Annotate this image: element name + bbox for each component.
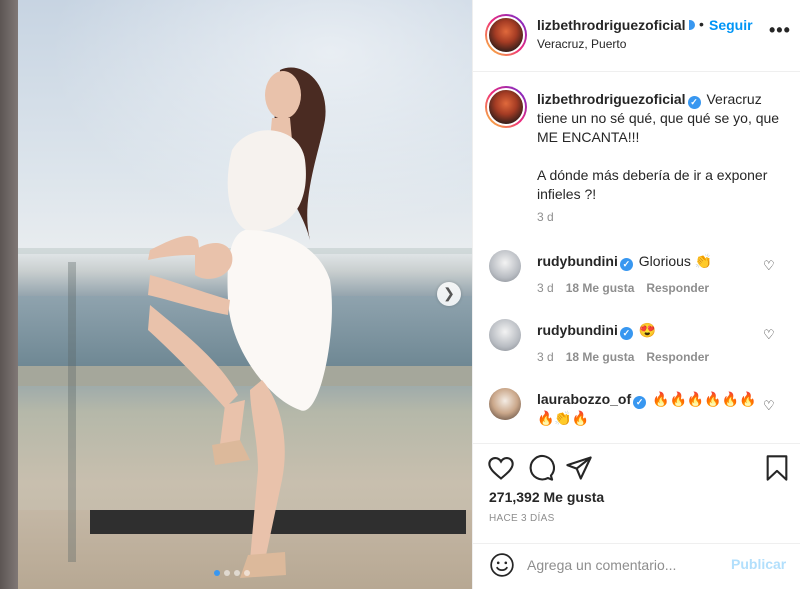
separator-bullet: •	[699, 16, 704, 32]
comment-time: 3 d	[537, 281, 554, 295]
share-icon[interactable]	[565, 454, 593, 482]
comment-item: rudybundini ✓ Glorious 👏 3 d 18 Me gusta …	[473, 250, 800, 310]
add-comment-bar: Publicar	[473, 544, 800, 589]
comment-icon[interactable]	[527, 454, 555, 482]
follow-button[interactable]: Seguir	[709, 17, 753, 33]
reply-button[interactable]: Responder	[646, 350, 709, 364]
comment-item: laurabozzo_of ✓ 🔥🔥🔥🔥🔥🔥🔥👏🔥 ♡	[473, 388, 800, 443]
likes-count[interactable]: 271,392 Me gusta	[489, 489, 604, 505]
comment-username[interactable]: rudybundini	[537, 253, 618, 269]
carousel-dots	[214, 570, 250, 576]
bookmark-icon[interactable]	[763, 454, 791, 482]
comment-username[interactable]: rudybundini	[537, 322, 618, 338]
comment-input[interactable]	[527, 552, 727, 578]
post-date: HACE 3 DÍAS	[489, 513, 555, 524]
comment-text: laurabozzo_of ✓ 🔥🔥🔥🔥🔥🔥🔥👏🔥	[537, 390, 757, 428]
author-avatar[interactable]	[485, 14, 527, 56]
carousel-next-button[interactable]: ❯	[437, 282, 461, 306]
verified-icon: ✓	[619, 258, 633, 271]
commenter-avatar[interactable]	[489, 250, 521, 282]
heart-icon[interactable]: ♡	[763, 398, 775, 414]
verified-icon: ✓	[687, 96, 701, 109]
heart-icon[interactable]: ♡	[763, 327, 775, 343]
comment-item: rudybundini ✓ 😍 3 d 18 Me gusta Responder…	[473, 319, 800, 379]
comment-body: 😍	[638, 322, 657, 338]
author-username[interactable]: lizbethrodriguezoficial	[537, 17, 686, 33]
caption-username[interactable]: lizbethrodriguezoficial	[537, 91, 686, 107]
comment-username[interactable]: laurabozzo_of	[537, 391, 631, 407]
comment-body: Glorious 👏	[638, 253, 713, 269]
comment-meta: 3 d 18 Me gusta Responder	[537, 350, 709, 364]
publish-button[interactable]: Publicar	[731, 556, 786, 572]
carousel-dot	[234, 570, 240, 576]
more-options-icon[interactable]: •••	[769, 20, 791, 41]
carousel-dot	[244, 570, 250, 576]
caption-avatar[interactable]	[485, 86, 527, 128]
caption-text: lizbethrodriguezoficial ✓ Veracruz tiene …	[537, 90, 787, 204]
heart-icon[interactable]	[487, 454, 515, 482]
reply-button[interactable]: Responder	[646, 281, 709, 295]
commenter-avatar[interactable]	[489, 319, 521, 351]
comment-meta: 3 d 18 Me gusta Responder	[537, 281, 709, 295]
heart-icon[interactable]: ♡	[763, 258, 775, 274]
caption-time: 3 d	[537, 210, 554, 224]
carousel-dot	[224, 570, 230, 576]
emoji-icon[interactable]	[489, 552, 515, 578]
comment-time: 3 d	[537, 350, 554, 364]
verified-icon: ✓	[619, 327, 633, 340]
woman-figure	[148, 67, 332, 578]
comment-likes[interactable]: 18 Me gusta	[566, 350, 635, 364]
commenter-avatar[interactable]	[489, 388, 521, 420]
comment-text: rudybundini ✓ Glorious 👏	[537, 252, 757, 271]
location-link[interactable]: Veracruz, Puerto	[537, 37, 626, 51]
post-photo[interactable]: ❯	[0, 0, 472, 589]
carousel-dot	[214, 570, 220, 576]
post-panel: lizbethrodriguezoficial • Seguir Veracru…	[472, 0, 800, 589]
comment-likes[interactable]: 18 Me gusta	[566, 281, 635, 295]
verified-icon: ✓	[633, 396, 647, 409]
post-header: lizbethrodriguezoficial • Seguir Veracru…	[473, 0, 800, 72]
post-actions: 271,392 Me gusta HACE 3 DÍAS	[473, 444, 800, 544]
verified-icon	[689, 20, 695, 30]
comments-section[interactable]: lizbethrodriguezoficial ✓ Veracruz tiene …	[473, 72, 800, 444]
caption-line2: A dónde más debería de ir a exponer infi…	[537, 167, 768, 202]
comment-text: rudybundini ✓ 😍	[537, 321, 757, 340]
